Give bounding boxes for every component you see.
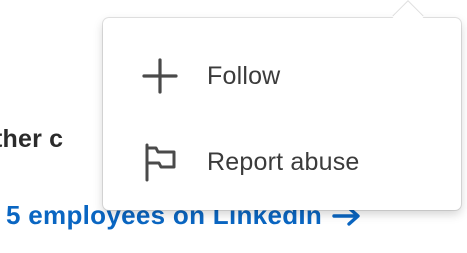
plus-icon	[141, 57, 179, 95]
partial-heading: ther c	[0, 125, 64, 153]
flag-icon	[141, 143, 179, 182]
overflow-menu: Follow Report abuse	[103, 1, 461, 210]
follow-label: Follow	[207, 61, 281, 90]
menu-caret	[392, 1, 424, 33]
report-abuse-label: Report abuse	[207, 147, 360, 176]
follow-menu-item[interactable]: Follow	[103, 46, 461, 106]
report-abuse-menu-item[interactable]: Report abuse	[103, 132, 461, 192]
